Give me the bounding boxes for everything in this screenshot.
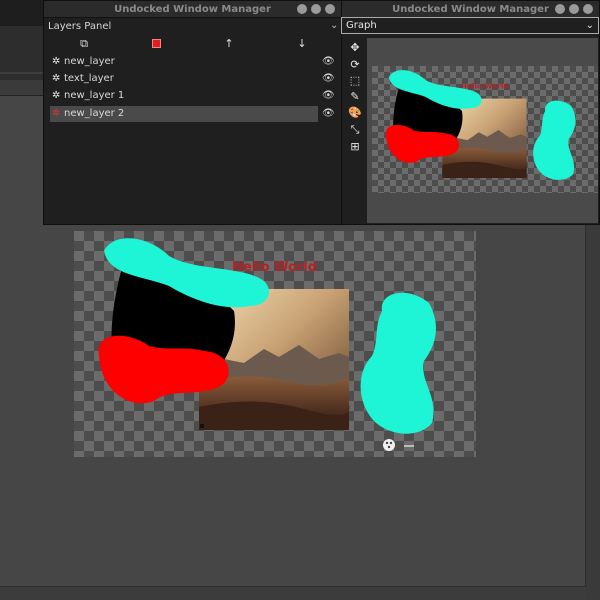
layers-panel-title: Layers Panel [48,21,112,32]
palette-icon[interactable]: 🎨 [348,106,362,120]
add-icon[interactable]: ⊞ [348,140,362,154]
move-layer-up-icon[interactable]: ↑ [222,37,236,51]
gear-icon[interactable]: ✲ [52,54,60,70]
move-icon[interactable]: ✥ [348,41,362,55]
select-icon[interactable]: ⬚ [348,74,362,88]
mini-canvas-preview[interactable]: Hello World [372,66,598,193]
chevron-down-icon[interactable]: ⌄ [330,20,338,31]
chevron-down-icon: ⌄ [585,20,594,31]
duplicate-layer-icon[interactable]: ⧉ [77,37,91,51]
hello-world-text-mini: Hello World [461,81,509,90]
close-button[interactable] [325,4,335,14]
eye-icon[interactable]: 👁 [322,73,335,85]
delete-layer-icon[interactable] [149,37,163,51]
horizontal-scrollbar[interactable] [0,586,586,600]
layer-label: text_layer [64,73,114,84]
graph-tab-label: Graph [346,20,377,31]
mini-canvas-artwork: Hello World [385,70,576,180]
layers-window-titlebar[interactable]: Undocked Window Manager [44,1,341,18]
gear-icon[interactable]: ✲ [52,88,60,104]
layer-item[interactable]: ✲ text_layer [50,71,318,87]
layer-label: new_layer 1 [64,90,125,101]
graph-tab-select[interactable]: Graph ⌄ [341,17,599,34]
rotate-icon[interactable]: ⟳ [348,58,362,72]
app-root: Hello World Undocked Window Manager Laye… [0,0,600,600]
background-divider [0,72,44,74]
layer-label: new_layer [64,56,115,67]
move-layer-down-icon[interactable]: ↓ [295,37,309,51]
gear-icon[interactable]: ✲ [52,71,60,87]
window-controls [555,4,593,14]
main-canvas[interactable]: Hello World [74,231,476,457]
eye-icon[interactable]: 👁 [322,108,335,120]
eye-icon[interactable]: 👁 [322,56,335,68]
maximize-button[interactable] [569,4,579,14]
window-controls [297,4,335,14]
close-button[interactable] [583,4,593,14]
cyan-brush-stroke-right [360,292,436,434]
brush-icon[interactable]: ✎ [348,90,362,104]
layer-item[interactable]: ✲ new_layer [50,54,318,70]
eye-icon[interactable]: 👁 [322,90,335,102]
maximize-button[interactable] [311,4,321,14]
hello-world-text: Hello World [232,260,317,275]
gear-icon[interactable]: ✲ [52,106,60,122]
minimize-button[interactable] [555,4,565,14]
graph-window-titlebar[interactable]: Undocked Window Manager [342,1,599,18]
vertical-scrollbar[interactable] [585,224,600,600]
layer-item[interactable]: ✲ new_layer 1 [50,88,318,104]
eyedropper-icon[interactable]: ⤡ [348,123,362,137]
layer-label: new_layer 2 [64,108,125,119]
minimize-button[interactable] [297,4,307,14]
canvas-artwork: Hello World [98,238,436,451]
layer-item-selected[interactable]: ✲ new_layer 2 [50,106,318,122]
